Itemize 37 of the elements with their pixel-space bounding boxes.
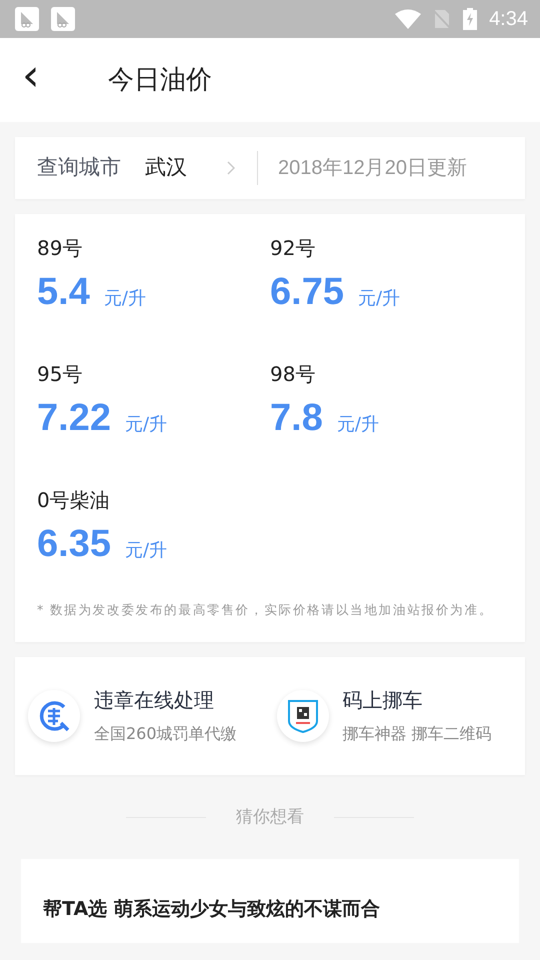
wifi-icon: [395, 9, 422, 29]
city-label: 查询城市: [37, 154, 121, 182]
price-unit: 元/升: [124, 413, 168, 437]
section-heading: 猜你想看: [236, 806, 304, 829]
service-subtitle: 全国260城罚单代缴: [94, 723, 237, 745]
notification-icon: [51, 7, 75, 31]
fuel-grade: 89号: [37, 235, 84, 262]
chevron-icon: [227, 161, 235, 175]
article-title[interactable]: 帮TA选 萌系运动少女与致炫的不谋而合: [43, 894, 497, 923]
city-selector[interactable]: 武汉: [145, 152, 187, 184]
fuel-price: 5.4: [37, 270, 90, 315]
fuel-price: 7.22: [37, 396, 111, 441]
fuel-price: 6.35: [37, 522, 111, 567]
no-sim-icon: [433, 9, 452, 29]
disclaimer-note: * 数据为发改委发布的最高零售价，实际价格请以当地加油站报价为准。: [37, 601, 494, 619]
update-date: 2018年12月20日更新: [278, 156, 467, 181]
price-unit: 元/升: [124, 539, 168, 563]
service-title[interactable]: 码上挪车: [342, 686, 492, 714]
status-time: 4:34: [489, 7, 528, 32]
violation-icon[interactable]: [28, 690, 80, 742]
service-title[interactable]: 违章在线处理: [94, 686, 237, 714]
article-card[interactable]: 帮TA选 萌系运动少女与致炫的不谋而合: [21, 858, 519, 943]
fuel-grade: 95号: [37, 361, 84, 388]
fuel-price: 7.8: [270, 396, 323, 441]
battery-icon: [463, 8, 478, 30]
fuel-grade: 0号柴油: [37, 487, 111, 514]
page-title: 今日油价: [108, 64, 212, 96]
fuel-price: 6.75: [270, 270, 344, 315]
fuel-grade: 92号: [270, 235, 316, 262]
qr-code-badge-icon[interactable]: [276, 690, 328, 742]
back-button[interactable]: ‹: [22, 54, 72, 106]
service-subtitle: 挪车神器 挪车二维码: [342, 723, 492, 745]
price-unit: 元/升: [358, 287, 400, 311]
price-unit: 元/升: [104, 287, 146, 311]
notification-icon: [15, 7, 39, 31]
price-unit: 元/升: [336, 413, 379, 437]
fuel-grade: 98号: [270, 361, 316, 388]
